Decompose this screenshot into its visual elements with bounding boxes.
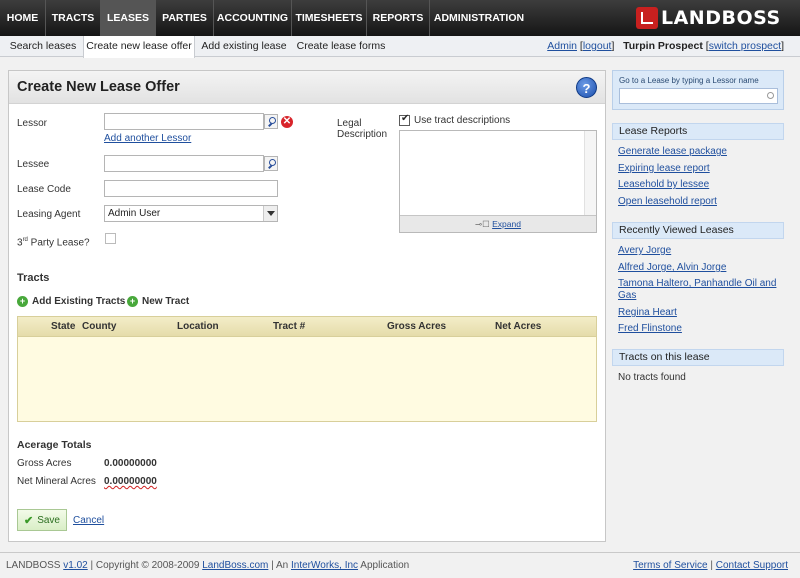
footer: LANDBOSS v1.02 | Copyright © 2008-2009 L…	[0, 552, 800, 578]
cancel-link[interactable]: Cancel	[73, 515, 104, 526]
gross-acres-label: Gross Acres	[17, 458, 72, 469]
logout-link[interactable]: logout	[583, 40, 612, 52]
lease-reports-box: Lease Reports Generate lease package Exp…	[612, 123, 784, 207]
lessor-label: Lessor	[17, 118, 48, 129]
nav-timesheets[interactable]: TIMESHEETS	[292, 0, 367, 36]
user-bar: Admin [logout] Turpin Prospect [switch p…	[547, 40, 784, 52]
help-icon[interactable]: ?	[576, 77, 597, 98]
nav-accounting[interactable]: ACCOUNTING	[214, 0, 292, 36]
col-net-acres: Net Acres	[495, 321, 542, 332]
expand-link[interactable]: Expand	[492, 219, 521, 229]
recent-lease-link[interactable]: Fred Flinstone	[618, 323, 682, 334]
leasing-agent-select[interactable]: Admin User	[104, 205, 278, 222]
use-tract-descriptions-label: Use tract descriptions	[414, 115, 511, 126]
footer-right: Terms of Service | Contact Support	[633, 560, 788, 571]
goto-lease-input[interactable]	[619, 88, 778, 104]
third-party-checkbox[interactable]	[105, 233, 116, 244]
tracts-on-lease-box: Tracts on this lease No tracts found	[612, 349, 784, 383]
gross-acres-value: 0.00000000	[104, 458, 157, 469]
plus-icon: +	[127, 296, 138, 307]
col-location: Location	[177, 321, 219, 332]
goto-lease-label: Go to a Lease by typing a Lessor name	[619, 76, 759, 85]
report-link-expiring[interactable]: Expiring lease report	[618, 163, 710, 174]
recent-lease-link[interactable]: Alfred Jorge, Alvin Jorge	[618, 262, 726, 273]
lessee-lookup-icon[interactable]	[264, 156, 278, 171]
nav-administration[interactable]: ADMINISTRATION	[430, 0, 528, 36]
remove-lessor-icon[interactable]: ✕	[281, 116, 293, 128]
col-gross-acres: Gross Acres	[387, 321, 447, 332]
footer-left: LANDBOSS v1.02 | Copyright © 2008-2009 L…	[6, 560, 410, 571]
page-title: Create New Lease Offer	[17, 79, 180, 95]
logo-text: LANDBOSS	[661, 7, 781, 29]
nav-parties[interactable]: PARTIES	[156, 0, 214, 36]
save-button[interactable]: ✔ Save	[17, 509, 67, 531]
tracts-table-header: State County Location Tract # Gross Acre…	[18, 317, 596, 337]
net-mineral-acres-label: Net Mineral Acres	[17, 476, 96, 487]
terms-link[interactable]: Terms of Service	[633, 560, 707, 571]
report-link-leasehold-by-lessee[interactable]: Leasehold by lessee	[618, 179, 709, 190]
lease-code-label: Lease Code	[17, 184, 71, 195]
acreage-totals-title: Acerage Totals	[17, 439, 92, 451]
user-link[interactable]: Admin	[547, 40, 577, 52]
nav-reports[interactable]: REPORTS	[367, 0, 430, 36]
add-lessor-link[interactable]: Add another Lessor	[104, 133, 191, 144]
leasing-agent-value: Admin User	[108, 208, 161, 219]
lessor-input[interactable]	[104, 113, 264, 130]
recent-leases-box: Recently Viewed Leases Avery Jorge Alfre…	[612, 222, 784, 334]
recent-lease-link[interactable]: Regina Heart	[618, 307, 677, 318]
subnav-search-leases[interactable]: Search leases	[4, 36, 82, 57]
chevron-down-icon	[263, 206, 277, 221]
landboss-logo[interactable]: LANDBOSS	[636, 7, 781, 29]
interworks-link[interactable]: InterWorks, Inc	[291, 560, 358, 571]
col-state: State	[51, 321, 76, 332]
nav-home[interactable]: HOME	[0, 0, 46, 36]
third-party-label: 3rd Party Lease?	[17, 237, 90, 249]
checkmark-icon: ✔	[23, 514, 34, 527]
lease-reports-title: Lease Reports	[612, 123, 784, 140]
top-nav: HOME TRACTS LEASES PARTIES ACCOUNTING TI…	[0, 0, 800, 36]
goto-lease-box: Go to a Lease by typing a Lessor name	[612, 70, 784, 110]
legal-description-textarea[interactable]: ⊸☐ Expand	[399, 130, 597, 233]
subnav-add-existing-lease[interactable]: Add existing lease	[197, 36, 291, 57]
new-tract-button[interactable]: + New Tract	[127, 296, 189, 307]
current-prospect: Turpin Prospect	[623, 40, 703, 52]
leasing-agent-label: Leasing Agent	[17, 209, 81, 220]
recent-lease-link[interactable]: Tamona Haltero, Panhandle Oil and	[618, 278, 776, 289]
subnav-create-lease-offer[interactable]: Create new lease offer	[83, 36, 195, 58]
report-link-open-leasehold[interactable]: Open leasehold report	[618, 196, 717, 207]
switch-prospect-link[interactable]: switch prospect	[709, 40, 781, 52]
net-mineral-acres-value: 0.00000000	[104, 476, 157, 487]
add-existing-tracts-button[interactable]: + Add Existing Tracts	[17, 296, 125, 307]
recent-lease-link[interactable]: Avery Jorge	[618, 245, 671, 256]
lease-code-input[interactable]	[104, 180, 278, 197]
lease-offer-panel: Create New Lease Offer ? Lessor ✕ Add an…	[8, 70, 606, 542]
contact-support-link[interactable]: Contact Support	[716, 560, 788, 571]
version-link[interactable]: v1.02	[63, 560, 87, 571]
search-icon	[767, 92, 774, 99]
recent-leases-title: Recently Viewed Leases	[612, 222, 784, 239]
sub-nav: Search leases Create new lease offer Add…	[0, 36, 800, 58]
plus-icon: +	[17, 296, 28, 307]
textarea-scrollbar[interactable]	[584, 131, 596, 216]
col-county: County	[82, 321, 117, 332]
lessor-lookup-icon[interactable]	[264, 114, 278, 129]
landboss-site-link[interactable]: LandBoss.com	[202, 560, 268, 571]
expand-icon: ⊸☐	[475, 219, 490, 229]
tracts-title: Tracts	[17, 272, 50, 284]
col-tract-number: Tract #	[273, 321, 306, 332]
lessee-input[interactable]	[104, 155, 264, 172]
legal-description-label: Legal Description	[337, 118, 388, 140]
nav-tracts[interactable]: TRACTS	[46, 0, 101, 36]
tracts-on-lease-title: Tracts on this lease	[612, 349, 784, 366]
recent-lease-link-cont[interactable]: Gas	[618, 290, 636, 301]
nav-leases[interactable]: LEASES	[101, 0, 156, 36]
subnav-create-lease-forms[interactable]: Create lease forms	[293, 36, 389, 57]
use-tract-descriptions-checkbox[interactable]	[399, 113, 410, 126]
logo-mark-icon	[636, 7, 658, 29]
expand-bar: ⊸☐ Expand	[400, 215, 596, 232]
no-tracts-text: No tracts found	[618, 372, 686, 383]
lessee-label: Lessee	[17, 159, 50, 170]
tracts-table: State County Location Tract # Gross Acre…	[17, 316, 597, 422]
report-link-generate-package[interactable]: Generate lease package	[618, 146, 727, 157]
